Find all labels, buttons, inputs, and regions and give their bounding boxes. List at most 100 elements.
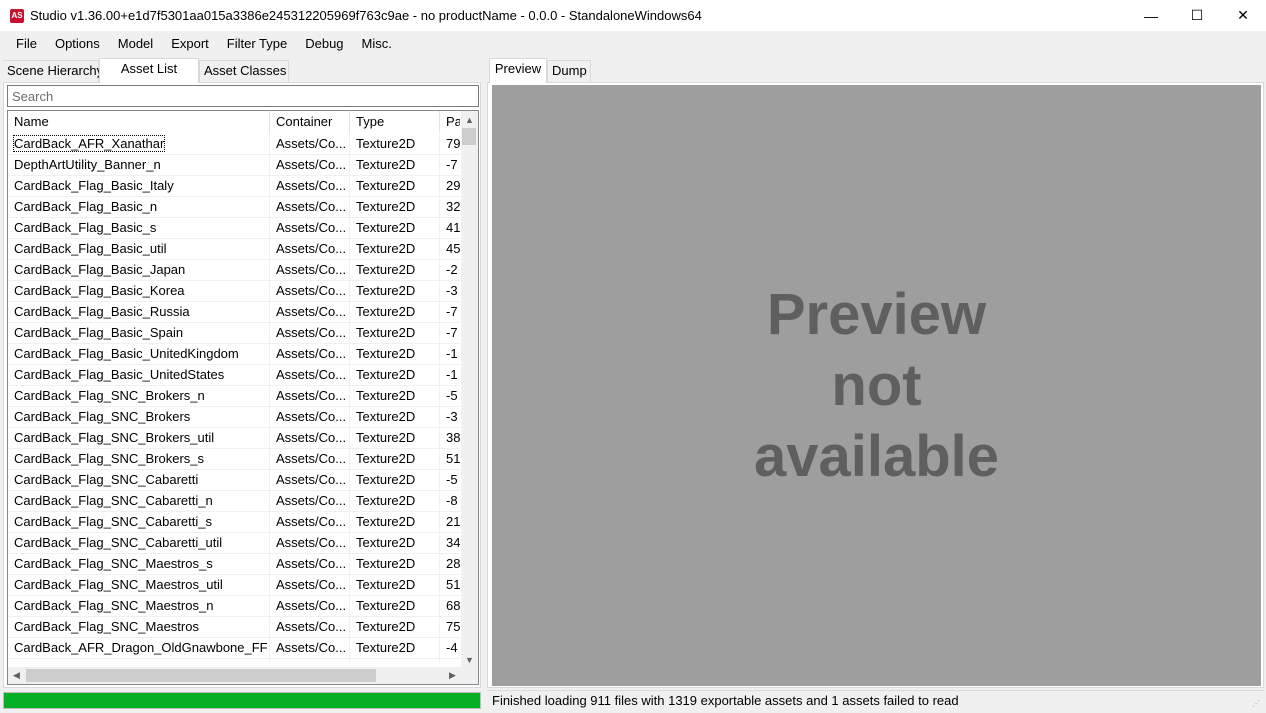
cell-name-text: CardBack_Flag_Basic_util bbox=[14, 241, 167, 256]
cell-pathid: 41 bbox=[440, 218, 460, 239]
table-row[interactable]: CardBack_Flag_SNC_Brokers_util Assets/Co.… bbox=[8, 428, 460, 449]
table-row[interactable]: CardBack_Flag_SNC_Cabaretti_util Assets/C… bbox=[8, 533, 460, 554]
table-row[interactable]: CardBack_Flag_SNC_Maestros Assets/Co... Te… bbox=[8, 617, 460, 638]
scroll-up-icon[interactable]: ▲ bbox=[461, 111, 478, 128]
cell-name-text: CardBack_Flag_Basic_Korea bbox=[14, 283, 185, 298]
cell-name: CardBack_Flag_Basic_Korea bbox=[8, 281, 270, 302]
table-row[interactable]: CardBack_Flag_SNC_Brokers_s Assets/Co... T… bbox=[8, 449, 460, 470]
tab-asset-list[interactable]: Asset List bbox=[99, 58, 199, 83]
cell-type-text: Texture2D bbox=[356, 661, 415, 662]
menu-model[interactable]: Model bbox=[109, 31, 162, 56]
cell-type-text: Texture2D bbox=[356, 346, 416, 361]
table-row[interactable]: CardBack_Flag_Basic_util Assets/Co... Text… bbox=[8, 239, 460, 260]
table-row[interactable]: CardBack_Flag_SNC_Maestros_util Assets/Co… bbox=[8, 575, 460, 596]
vertical-scroll-thumb[interactable] bbox=[462, 128, 476, 145]
cell-type: Texture2D bbox=[350, 449, 440, 470]
cell-container-text: Assets/Co... bbox=[276, 598, 347, 613]
cell-pathid-text: 68 bbox=[446, 598, 460, 613]
tab-scene-hierarchy[interactable]: Scene Hierarchy bbox=[3, 60, 103, 82]
scroll-right-icon[interactable]: ▶ bbox=[444, 667, 461, 684]
asset-list-view[interactable]: Name Container Type Pa CardBack_AFR_Xana… bbox=[7, 110, 479, 685]
tab-dump[interactable]: Dump bbox=[547, 60, 591, 82]
horizontal-scroll-thumb[interactable] bbox=[26, 669, 376, 682]
horizontal-scrollbar[interactable]: ◀ ▶ bbox=[8, 667, 461, 684]
table-row[interactable]: CardBack_Flag_SNC_Maestros_n Assets/Co...… bbox=[8, 596, 460, 617]
cell-name: CardBack_Flag_SNC_Maestros_s bbox=[8, 554, 270, 575]
vertical-scrollbar[interactable]: ▲ ▼ bbox=[461, 111, 478, 668]
scroll-left-icon[interactable]: ◀ bbox=[8, 667, 25, 684]
table-row[interactable]: CardBack_Flag_SNC_Cabaretti Assets/Co... T… bbox=[8, 470, 460, 491]
cell-container-text: Assets/Co... bbox=[276, 220, 347, 235]
tab-asset-classes[interactable]: Asset Classes bbox=[199, 60, 289, 82]
menu-export[interactable]: Export bbox=[162, 31, 218, 56]
cell-type-text: Texture2D bbox=[356, 619, 416, 634]
table-row[interactable]: CardBack_Flag_Basic_UnitedStates Assets/C… bbox=[8, 365, 460, 386]
cell-type: Texture2D bbox=[350, 218, 440, 239]
menu-misc[interactable]: Misc. bbox=[353, 31, 401, 56]
scroll-down-icon[interactable]: ▼ bbox=[461, 651, 478, 668]
cell-container-text: Assets/Co... bbox=[276, 577, 347, 592]
table-row[interactable]: CardBack_Flag_Basic_Russia Assets/Co... Te… bbox=[8, 302, 460, 323]
column-header-container[interactable]: Container bbox=[270, 111, 350, 133]
table-row[interactable]: CardBack_Flag_Basic_s Assets/Co... Texture… bbox=[8, 218, 460, 239]
cell-pathid-text: 38 bbox=[446, 430, 460, 445]
cell-pathid: 51 bbox=[440, 575, 460, 596]
pane-splitter[interactable] bbox=[483, 58, 486, 709]
cell-container-text: Assets/Co... bbox=[276, 136, 347, 151]
cell-container-text: Assets/Co... bbox=[276, 514, 347, 529]
table-row[interactable]: CardBack_Flag_Basic_Spain Assets/Co... Tex… bbox=[8, 323, 460, 344]
table-row[interactable]: DepthArtUtility_Banner_n Assets/Co... Text… bbox=[8, 155, 460, 176]
table-row[interactable]: CardBack_Flag_SNC_Brokers Assets/Co... Tex… bbox=[8, 407, 460, 428]
table-row[interactable]: CardBack_Flag_SNC_Obscura Assets/Co... Tex… bbox=[8, 659, 460, 662]
menu-filter-type[interactable]: Filter Type bbox=[218, 31, 296, 56]
table-row[interactable]: CardBack_Flag_Basic_Japan Assets/Co... Tex… bbox=[8, 260, 460, 281]
cell-type: Texture2D bbox=[350, 470, 440, 491]
column-header-pathid[interactable]: Pa bbox=[440, 111, 460, 133]
minimize-button[interactable]: — bbox=[1128, 0, 1174, 31]
cell-name: CardBack_Flag_Basic_UnitedKingdom bbox=[8, 344, 270, 365]
cell-container-text: Assets/Co... bbox=[276, 556, 347, 571]
table-row[interactable]: CardBack_AFR_Dragon_OldGnawbone_FF Assets… bbox=[8, 638, 460, 659]
cell-type-text: Texture2D bbox=[356, 178, 416, 193]
table-row[interactable]: CardBack_Flag_SNC_Cabaretti_n Assets/Co..… bbox=[8, 491, 460, 512]
cell-name: CardBack_Flag_SNC_Maestros_n bbox=[8, 596, 270, 617]
table-row[interactable]: CardBack_Flag_Basic_Korea Assets/Co... Tex… bbox=[8, 281, 460, 302]
cell-pathid-text: -3 bbox=[446, 283, 458, 298]
table-row[interactable]: CardBack_Flag_Basic_n Assets/Co... Texture… bbox=[8, 197, 460, 218]
menu-file[interactable]: File bbox=[7, 31, 46, 56]
table-row[interactable]: CardBack_Flag_Basic_UnitedKingdom Assets/… bbox=[8, 344, 460, 365]
table-row[interactable]: CardBack_Flag_SNC_Cabaretti_s Assets/Co..… bbox=[8, 512, 460, 533]
cell-name-text: CardBack_Flag_SNC_Brokers_util bbox=[14, 430, 215, 445]
cell-pathid-text: 34 bbox=[446, 535, 460, 550]
maximize-button[interactable]: ☐ bbox=[1174, 0, 1220, 31]
cell-pathid-text: -1 bbox=[446, 346, 458, 361]
menu-options[interactable]: Options bbox=[46, 31, 109, 56]
cell-container: Assets/Co... bbox=[270, 218, 350, 239]
tab-preview[interactable]: Preview bbox=[489, 58, 547, 83]
cell-name-text: CardBack_Flag_Basic_Spain bbox=[14, 325, 184, 340]
table-row[interactable]: CardBack_Flag_SNC_Brokers_n Assets/Co... T… bbox=[8, 386, 460, 407]
cell-pathid-text: -7 bbox=[446, 304, 458, 319]
search-input[interactable] bbox=[7, 85, 479, 107]
cell-container: Assets/Co... bbox=[270, 638, 350, 659]
cell-type-text: Texture2D bbox=[356, 388, 416, 403]
cell-container: Assets/Co... bbox=[270, 596, 350, 617]
table-row[interactable]: CardBack_Flag_Basic_Italy Assets/Co... Tex… bbox=[8, 176, 460, 197]
cell-pathid: -7 bbox=[440, 155, 460, 176]
close-icon: ✕ bbox=[1237, 7, 1249, 23]
cell-name: CardBack_Flag_SNC_Brokers bbox=[8, 407, 270, 428]
cell-name: CardBack_AFR_Xanathar bbox=[8, 134, 270, 155]
column-header-name[interactable]: Name bbox=[8, 111, 270, 133]
cell-container: Assets/Co... bbox=[270, 176, 350, 197]
column-header-type[interactable]: Type bbox=[350, 111, 440, 133]
cell-type-text: Texture2D bbox=[356, 157, 416, 172]
table-row[interactable]: CardBack_Flag_SNC_Maestros_s Assets/Co...… bbox=[8, 554, 460, 575]
close-button[interactable]: ✕ bbox=[1220, 0, 1266, 31]
cell-container-text: Assets/Co... bbox=[276, 325, 347, 340]
resize-grip-icon[interactable]: ⋰ bbox=[1252, 699, 1262, 709]
scrollbar-corner bbox=[461, 667, 478, 684]
cell-type: Texture2D bbox=[350, 596, 440, 617]
cell-pathid-text: 29 bbox=[446, 178, 460, 193]
menu-debug[interactable]: Debug bbox=[296, 31, 352, 56]
table-row[interactable]: CardBack_AFR_Xanathar Assets/Co... Texture… bbox=[8, 134, 460, 155]
